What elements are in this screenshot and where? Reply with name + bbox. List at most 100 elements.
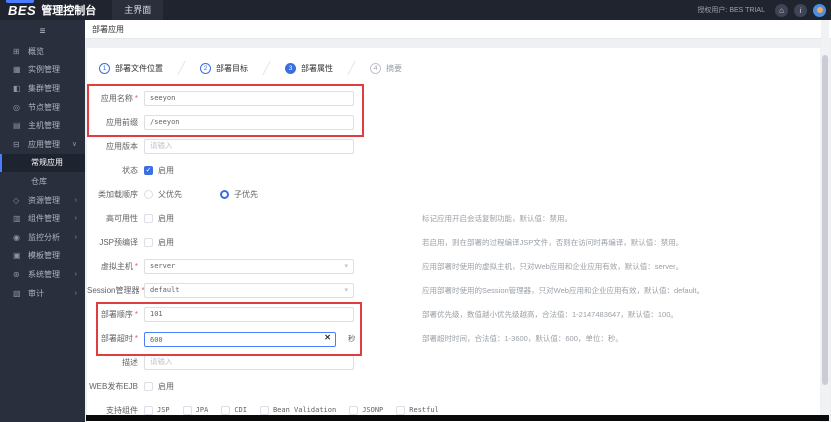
bean-validation-checkbox[interactable] <box>259 405 269 415</box>
sidebar-item-resource-mgmt[interactable]: ◇ 资源管理 › <box>0 191 85 210</box>
form-row-deploy-order: 部署顺序* 部署优先级，数值越小优先级越高，合法值：1-2147483647，默… <box>87 302 820 326</box>
chevron-right-icon: › <box>74 215 77 223</box>
step-deploy-file-location[interactable]: 1 部署文件位置 <box>99 62 163 74</box>
form-row-web-publish-ejb: WEB发布EJB 启用 <box>89 381 174 391</box>
deploy-timeout-input[interactable] <box>144 332 336 348</box>
step-separator <box>339 61 356 75</box>
sidebar-item-component-mgmt[interactable]: ▥ 组件管理 › <box>0 209 85 228</box>
jpa-component-checkbox[interactable] <box>182 405 192 415</box>
step-3-circle: 3 <box>285 62 296 74</box>
user-avatar[interactable] <box>813 3 826 17</box>
sidebar-item-overview[interactable]: ⊞ 概览 <box>0 42 85 61</box>
virtual-host-select[interactable]: server ▾ <box>144 258 354 274</box>
avatar-face-icon <box>816 7 823 13</box>
app-prefix-input[interactable] <box>144 114 354 130</box>
step-separator <box>254 61 271 75</box>
sidebar-item-monitoring[interactable]: ◉ 监控分析 › <box>0 228 85 247</box>
monitor-icon: ◉ <box>13 232 20 242</box>
web-publish-ejb-checkbox[interactable] <box>144 381 153 391</box>
sidebar-item-node-mgmt[interactable]: ◎ 节点管理 <box>0 98 85 117</box>
high-availability-checkbox[interactable] <box>144 213 153 223</box>
app-name-input[interactable] <box>144 90 354 106</box>
jsonp-component-checkbox[interactable] <box>349 405 359 415</box>
sidebar-item-app-mgmt[interactable]: ⊟ 应用管理 ∨ <box>0 135 85 154</box>
step-4-circle: 4 <box>370 62 381 74</box>
chevron-right-icon: › <box>74 233 77 241</box>
instance-icon: ▦ <box>13 65 21 75</box>
sidebar-item-host-mgmt[interactable]: ▤ 主机管理 <box>0 116 85 135</box>
cdi-component-checkbox[interactable] <box>221 405 231 415</box>
status-checkbox[interactable]: ✓ <box>144 165 153 175</box>
form-row-session-manager: Session管理器* default ▾ 应用部署时使用的Session管理器… <box>87 278 820 302</box>
audit-icon: ▧ <box>13 288 21 298</box>
product-title: 管理控制台 <box>41 5 97 17</box>
template-icon: ▣ <box>13 251 21 261</box>
sidebar-subitem-repository[interactable]: 仓库 <box>0 172 85 191</box>
sidebar-item-system-mgmt[interactable]: ⊛ 系统管理 › <box>0 265 85 284</box>
form-row-high-availability: 高可用性 启用 标记应用开启会话复制功能，默认值：禁用。 <box>106 213 572 223</box>
deploy-order-hint: 部署优先级，数值越小优先级越高，合法值：1-2147483647，默认值：100… <box>422 309 678 319</box>
step-deploy-properties[interactable]: 3 部署属性 <box>285 62 333 74</box>
licensed-user-label: 授权用户: BES TRIAL <box>697 7 765 14</box>
step-2-circle: 2 <box>200 62 211 74</box>
main-content: 部署应用 1 部署文件位置 2 部署目标 3 部署属性 4 摘要 应用名称 * … <box>85 20 831 422</box>
session-manager-hint: 应用部署时使用的Session管理器，只对Web应用和企业应用有效，默认值：de… <box>422 285 704 295</box>
dropdown-arrow-icon: ▾ <box>344 263 348 270</box>
step-separator <box>169 61 186 75</box>
jsp-precompile-checkbox[interactable] <box>144 237 153 247</box>
home-icon[interactable]: ⌂ <box>775 3 788 17</box>
parent-first-radio[interactable] <box>144 189 153 199</box>
session-manager-select[interactable]: default ▾ <box>144 282 354 298</box>
app-version-input[interactable] <box>144 138 354 154</box>
sidebar-item-instance-mgmt[interactable]: ▦ 实例管理 <box>0 61 85 80</box>
description-input[interactable] <box>144 354 354 370</box>
step-deploy-target[interactable]: 2 部署目标 <box>200 62 248 74</box>
high-availability-hint: 标记应用开启会话复制功能，默认值：禁用。 <box>422 213 572 223</box>
form-row-virtual-host: 虚拟主机 * server ▾ 应用部署时使用的虚拟主机，只对Web应用和企业应用… <box>87 254 820 278</box>
window-edge-accent <box>6 0 34 3</box>
timeout-unit-label: 秒 <box>348 333 356 343</box>
scrollbar-thumb[interactable] <box>822 55 828 385</box>
deploy-wizard-card: 1 部署文件位置 2 部署目标 3 部署属性 4 摘要 应用名称 * seeyo… <box>87 48 820 422</box>
step-1-circle: 1 <box>99 62 110 74</box>
info-icon[interactable]: i <box>794 3 807 17</box>
step-summary[interactable]: 4 摘要 <box>370 62 402 74</box>
chevron-down-icon: ∨ <box>71 141 77 149</box>
form-row-status: 状态 ✓ 启用 <box>122 165 174 175</box>
restful-component-checkbox[interactable] <box>396 405 406 415</box>
breadcrumb: 部署应用 <box>85 20 831 39</box>
sidebar-nav: ≡ ⊞ 概览 ▦ 实例管理 ◧ 集群管理 ◎ 节点管理 ▤ 主机管理 ⊟ 应用管理 ∨ 常规应… <box>0 20 85 422</box>
deploy-timeout-hint: 部署超时时间，合法值：1-3600，默认值：600，单位：秒。 <box>422 333 623 343</box>
form-row-app-prefix: 应用前缀 <box>87 110 820 134</box>
bes-logo: BES <box>8 2 37 18</box>
host-icon: ▤ <box>13 121 21 131</box>
child-first-radio[interactable] <box>220 189 229 199</box>
chevron-right-icon: › <box>74 289 77 297</box>
form-row-app-version: 应用版本 <box>87 134 820 158</box>
resource-icon: ◇ <box>13 195 20 205</box>
node-icon: ◎ <box>13 102 20 112</box>
virtual-host-hint: 应用部署时使用的虚拟主机，只对Web应用和企业应用有效，默认值：server。 <box>422 261 684 271</box>
form-row-description: 描述 <box>87 350 820 374</box>
tab-main-view[interactable]: 主界面 <box>112 0 164 20</box>
chevron-right-icon: › <box>74 270 77 278</box>
jsp-component-checkbox[interactable] <box>144 405 153 415</box>
sidebar-subitem-regular-apps[interactable]: 常规应用 <box>0 153 85 173</box>
sidebar-item-template-mgmt[interactable]: ▣ 模板管理 <box>0 247 85 266</box>
jsp-precompile-hint: 若启用，则在部署的过程编译JSP文件，否则在访问时再编译，默认值：禁用。 <box>422 237 684 247</box>
deploy-order-input[interactable] <box>144 306 354 322</box>
deploy-properties-form: 应用名称* 应用前缀 应用版本 状态 ✓ 启用 类加载顺序 父优先 <box>87 78 820 422</box>
app-header: BES 管理控制台 主界面 授权用户: BES TRIAL ⌂ i <box>0 0 831 20</box>
form-row-classload-order: 类加载顺序 父优先 子优先 <box>98 189 258 199</box>
sidebar-item-audit[interactable]: ▧ 审计 › <box>0 284 85 303</box>
component-icon: ▥ <box>13 214 21 224</box>
sidebar-item-cluster-mgmt[interactable]: ◧ 集群管理 <box>0 79 85 98</box>
dropdown-arrow-icon: ▾ <box>344 287 348 294</box>
sidebar-collapse-icon[interactable]: ≡ <box>0 20 85 42</box>
form-row-app-name: 应用名称 * <box>87 86 820 110</box>
clear-icon[interactable]: ✕ <box>324 334 331 342</box>
bottom-black-bar <box>86 415 829 421</box>
chevron-right-icon: › <box>74 196 77 204</box>
cluster-icon: ◧ <box>13 83 21 93</box>
header-right: 授权用户: BES TRIAL ⌂ i <box>697 3 826 17</box>
